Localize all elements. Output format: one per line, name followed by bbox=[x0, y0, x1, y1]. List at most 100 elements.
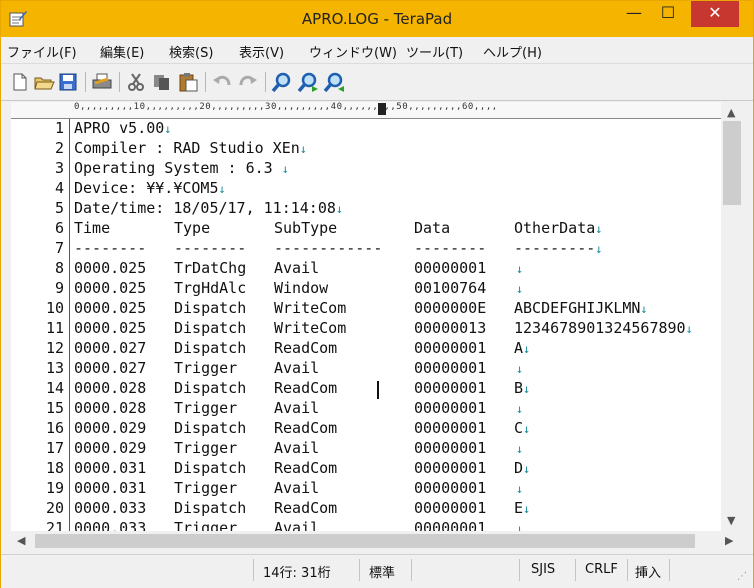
menu-edit[interactable]: 編集(E) bbox=[100, 42, 144, 61]
find-icon[interactable] bbox=[271, 71, 293, 93]
line-break-mark: ↓ bbox=[516, 362, 524, 376]
new-file-icon[interactable] bbox=[9, 71, 31, 93]
scroll-down-icon[interactable]: ▼ bbox=[727, 514, 735, 527]
line-break-mark: ↓ bbox=[335, 202, 344, 216]
save-icon[interactable] bbox=[57, 71, 79, 93]
time-cell: 0000.025 bbox=[74, 279, 147, 297]
subtype-cell: ReadCom bbox=[274, 339, 338, 357]
line-number: 6 bbox=[54, 219, 64, 237]
menu-file[interactable]: ファイル(F) bbox=[7, 42, 77, 61]
scroll-left-icon[interactable]: ◀ bbox=[17, 534, 25, 547]
status-separator bbox=[669, 559, 670, 581]
line-break-mark: ↓ bbox=[218, 182, 226, 196]
type-cell: Trigger bbox=[174, 399, 238, 417]
subtype-cell: Avail bbox=[274, 519, 320, 531]
line-number: 17 bbox=[45, 439, 64, 457]
log-line: 5 Date/time: 18/05/17, 11:14:08 ↓ bbox=[11, 199, 721, 219]
status-separator bbox=[627, 559, 628, 581]
menu-window[interactable]: ウィンドウ(W) bbox=[309, 42, 397, 61]
subtype-cell: Avail bbox=[274, 259, 320, 277]
log-line: 15 0000.028 Trigger Avail 00000001 ↓ bbox=[11, 399, 721, 419]
cut-icon[interactable] bbox=[125, 71, 147, 93]
type-cell: Trigger bbox=[174, 359, 238, 377]
resize-grip-icon[interactable]: ⋰ bbox=[737, 571, 747, 582]
line-number: 3 bbox=[54, 159, 64, 177]
data-cell: 00000001 bbox=[414, 499, 487, 517]
log-line: 7 -------- -------- ------------ -------- ---… bbox=[11, 239, 721, 259]
status-separator bbox=[575, 559, 576, 581]
time-cell: 0000.025 bbox=[74, 299, 147, 317]
column-ruler: 0,,,,,,,,,10,,,,,,,,,20,,,,,,,,,30,,,,,,… bbox=[11, 102, 721, 119]
log-line: 9 0000.025 TrgHdAlc Window 00100764 ↓ bbox=[11, 279, 721, 299]
horizontal-scroll-thumb[interactable] bbox=[35, 534, 695, 548]
time-cell: 0000.033 bbox=[74, 519, 147, 531]
line-break-mark: ↓ bbox=[516, 282, 524, 296]
status-separator bbox=[411, 559, 412, 581]
subtype-cell: ReadCom bbox=[274, 499, 338, 517]
log-line: 21 0000.033 Trigger Avail 00000001 ↓ bbox=[11, 519, 721, 531]
line-break-mark: ↓ bbox=[523, 502, 531, 516]
type-cell: Dispatch bbox=[174, 499, 247, 517]
log-line: 4 Device: ¥¥.¥COM5 ↓ bbox=[11, 179, 721, 199]
menu-search[interactable]: 検索(S) bbox=[169, 42, 213, 61]
subtype-cell: Window bbox=[274, 279, 329, 297]
data-cell: 00000001 bbox=[414, 339, 487, 357]
status-newline[interactable]: CRLF bbox=[585, 562, 618, 577]
subtype-cell: WriteCom bbox=[274, 319, 347, 337]
time-cell: 0000.028 bbox=[74, 399, 147, 417]
status-encoding[interactable]: SJIS bbox=[531, 562, 555, 577]
status-separator bbox=[359, 559, 360, 581]
otherdata-cell: 1234678901324567890 bbox=[514, 319, 686, 337]
status-bar: 14行: 31桁 標準 SJIS CRLF 挿入 bbox=[1, 554, 753, 588]
title-bar[interactable]: APRO.LOG - TeraPad — ☐ ✕ bbox=[1, 1, 753, 37]
time-cell: 0000.031 bbox=[74, 479, 147, 497]
menu-tools[interactable]: ツール(T) bbox=[406, 42, 463, 61]
line-break-mark: ↓ bbox=[516, 522, 524, 531]
find-previous-icon[interactable] bbox=[323, 71, 345, 93]
close-button[interactable]: ✕ bbox=[691, 1, 739, 27]
text-editor[interactable]: 1 APRO v5.00 ↓ 2 Compiler : RAD Studio XEn ↓ 3… bbox=[11, 119, 721, 531]
toolbar bbox=[1, 64, 753, 101]
scroll-up-icon[interactable]: ▲ bbox=[727, 106, 735, 119]
line-text: Date/time: 18/05/17, 11:14:08 bbox=[74, 199, 336, 217]
data-cell: -------- bbox=[414, 239, 487, 257]
scroll-right-icon[interactable]: ▶ bbox=[725, 534, 733, 547]
undo-icon[interactable] bbox=[211, 71, 233, 93]
data-cell: 00000013 bbox=[414, 319, 487, 337]
otherdata-cell: --------- bbox=[514, 239, 596, 257]
time-cell: 0000.025 bbox=[74, 319, 147, 337]
type-cell: Type bbox=[174, 219, 211, 237]
menu-help[interactable]: ヘルプ(H) bbox=[483, 42, 542, 61]
otherdata-cell: D bbox=[514, 459, 524, 477]
data-cell: 00000001 bbox=[414, 419, 487, 437]
paste-icon[interactable] bbox=[177, 71, 199, 93]
maximize-button[interactable]: ☐ bbox=[651, 1, 685, 27]
toolbar-separator bbox=[205, 72, 206, 92]
line-number: 16 bbox=[45, 419, 64, 437]
type-cell: Trigger bbox=[174, 479, 238, 497]
status-insert-mode[interactable]: 挿入 bbox=[635, 562, 661, 581]
vertical-scroll-thumb[interactable] bbox=[723, 121, 741, 205]
status-mode: 標準 bbox=[369, 566, 396, 581]
log-line: 3 Operating System : 6.3 ↓ bbox=[11, 159, 721, 179]
line-number: 5 bbox=[54, 199, 64, 217]
redo-icon[interactable] bbox=[237, 71, 259, 93]
otherdata-cell: B bbox=[514, 379, 524, 397]
menu-view[interactable]: 表示(V) bbox=[239, 42, 284, 61]
line-number: 13 bbox=[45, 359, 64, 377]
log-line: 12 0000.027 Dispatch ReadCom 00000001 A ↓ bbox=[11, 339, 721, 359]
text-cursor bbox=[377, 381, 379, 399]
type-cell: Dispatch bbox=[174, 339, 247, 357]
line-break-mark: ↓ bbox=[516, 482, 524, 496]
type-cell: Dispatch bbox=[174, 319, 247, 337]
time-cell: 0000.027 bbox=[74, 359, 147, 377]
line-text: APRO v5.00 bbox=[74, 119, 165, 137]
open-folder-icon[interactable] bbox=[33, 71, 55, 93]
print-icon[interactable] bbox=[91, 71, 113, 93]
log-line: 2 Compiler : RAD Studio XEn ↓ bbox=[11, 139, 721, 159]
minimize-button[interactable]: — bbox=[617, 1, 651, 27]
copy-icon[interactable] bbox=[151, 71, 173, 93]
find-next-icon[interactable] bbox=[297, 71, 319, 93]
subtype-cell: SubType bbox=[274, 219, 338, 237]
horizontal-scrollbar[interactable]: ◀ ▶ bbox=[11, 531, 743, 551]
